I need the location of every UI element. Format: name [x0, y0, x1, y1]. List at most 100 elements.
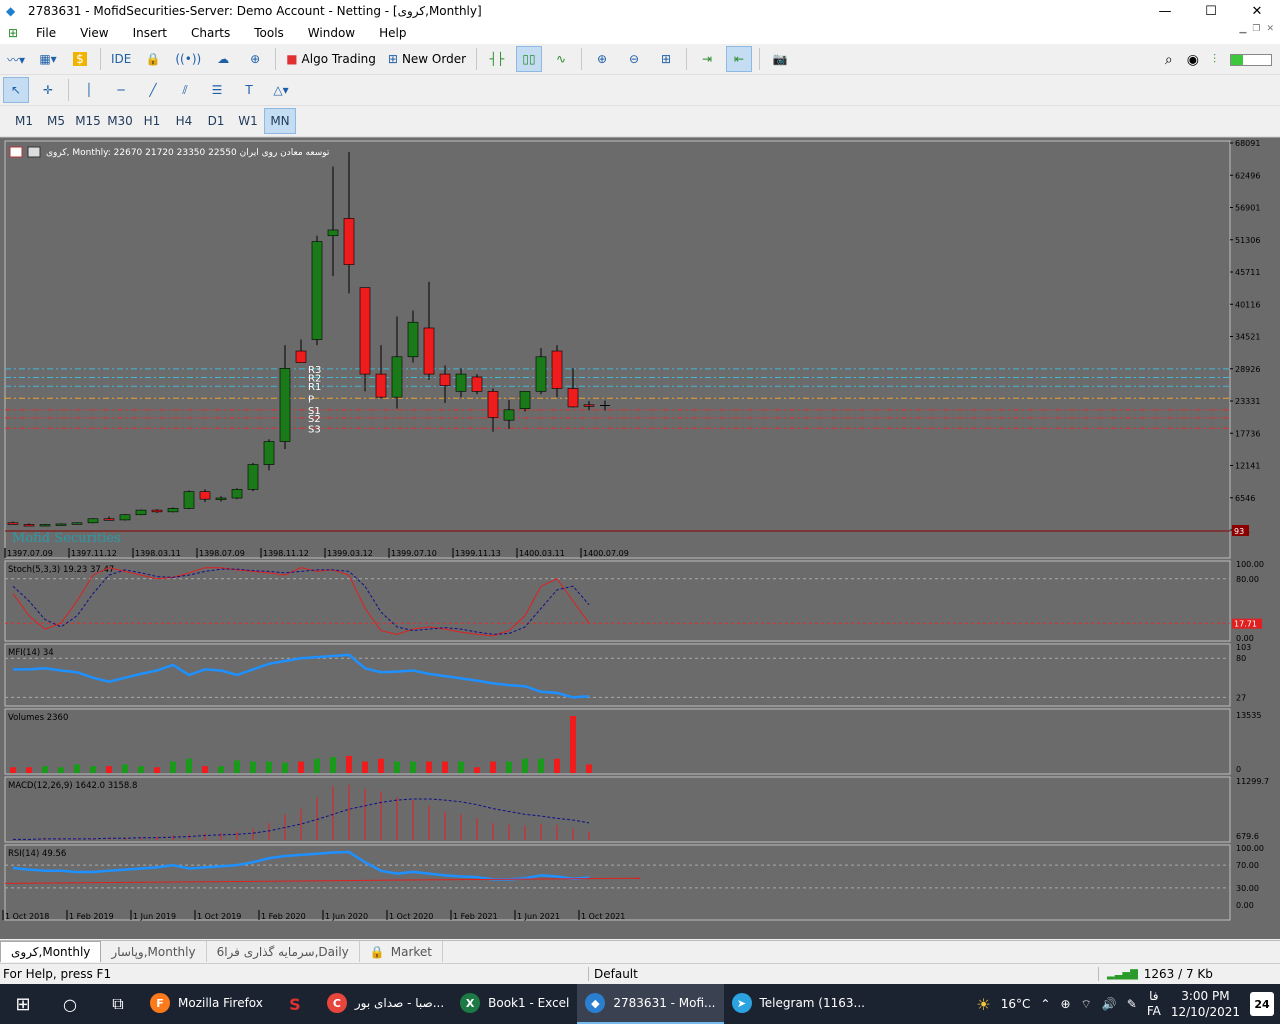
tab-vpasar-monthly[interactable]: وپاسار,Monthly: [101, 941, 207, 962]
mdi-restore-icon[interactable]: ❐: [1252, 24, 1260, 34]
language-indicator[interactable]: فا FA: [1147, 989, 1161, 1019]
chart-shift-button[interactable]: ⇤: [726, 46, 753, 72]
crosshair-tool[interactable]: ✛: [35, 77, 61, 103]
volume-bar: [506, 761, 512, 773]
market-button[interactable]: $: [67, 46, 93, 72]
taskbar-app[interactable]: X Book1 - Excel: [452, 984, 577, 1024]
temperature[interactable]: 16°C: [1001, 997, 1031, 1011]
zoom-in-icon: ⊕: [597, 52, 608, 66]
templates-button[interactable]: ▦▾: [35, 46, 61, 72]
maximize-button[interactable]: ☐: [1188, 0, 1234, 22]
cursor-tool[interactable]: ↖: [3, 77, 29, 103]
traffic-bars-icon: ▂▃▅▇: [1107, 968, 1138, 980]
chart-menu-icon[interactable]: ⊞: [8, 26, 24, 40]
menu-view[interactable]: View: [68, 26, 120, 40]
tile-button[interactable]: ⊞: [653, 46, 679, 72]
volumes-label: Volumes 2360: [8, 713, 68, 723]
menu-file[interactable]: File: [24, 26, 68, 40]
rsi-scale-label: 100.00: [1236, 844, 1264, 853]
timeframe-m5[interactable]: M5: [40, 108, 72, 134]
taskbar-app[interactable]: F Mozilla Firefox: [142, 984, 271, 1024]
bottom-date-label: 1 Feb 2019: [69, 912, 114, 921]
chart-type-button[interactable]: 〰▾: [3, 46, 29, 72]
volumes-scale-label: 0: [1236, 765, 1241, 774]
candle-body: [391, 356, 403, 398]
menu-insert[interactable]: Insert: [121, 26, 179, 40]
app-label: Telegram (1163...: [759, 996, 865, 1010]
menu-tools[interactable]: Tools: [242, 26, 296, 40]
signals-button[interactable]: ((•)): [172, 46, 204, 72]
ide-button[interactable]: IDE: [108, 46, 134, 72]
channel-tool[interactable]: ⫽: [172, 77, 198, 103]
menu-window[interactable]: Window: [296, 26, 367, 40]
candle-chart-button[interactable]: ▯▯: [516, 46, 543, 72]
line-chart-button[interactable]: ∿: [548, 46, 574, 72]
candle-body: [567, 388, 579, 408]
tray-expand-icon[interactable]: ⌃: [1040, 997, 1050, 1011]
candle-body: [55, 523, 67, 526]
timeframe-m1[interactable]: M1: [8, 108, 40, 134]
wifi-icon[interactable]: ⌔: [1081, 997, 1092, 1012]
chart-window[interactable]: 68091 62496 56901 51306 45711 40116 34521 28926…: [0, 137, 1280, 939]
web-button[interactable]: ⊕: [242, 46, 268, 72]
vertical-line-tool[interactable]: │: [76, 77, 102, 103]
candle-body: [135, 509, 147, 516]
zoom-in-button[interactable]: ⊕: [589, 46, 615, 72]
timeframe-h1[interactable]: H1: [136, 108, 168, 134]
text-tool[interactable]: T: [236, 77, 262, 103]
pinned-app-icon[interactable]: S: [271, 984, 319, 1024]
shapes-tool[interactable]: △▾: [268, 77, 294, 103]
clock[interactable]: 3:00 PM 12/10/2021: [1171, 988, 1240, 1020]
new-order-button[interactable]: ⊞ New Order: [385, 46, 469, 72]
zoom-out-button[interactable]: ⊖: [621, 46, 647, 72]
taskbar-app[interactable]: C صبا - صدای بور...: [319, 984, 452, 1024]
tab-market[interactable]: 🔒 Market: [360, 941, 443, 962]
windows-start-icon[interactable]: ⊞: [0, 984, 46, 1024]
timeframe-m15[interactable]: M15: [72, 108, 104, 134]
price-scale-label: 34521: [1235, 333, 1260, 342]
taskbar-app[interactable]: ◆ 2783631 - Mofi...: [577, 984, 724, 1024]
timeframe-m30[interactable]: M30: [104, 108, 136, 134]
search-icon[interactable]: ⌕: [1165, 52, 1173, 68]
notification-center-icon[interactable]: 24: [1250, 992, 1274, 1016]
search-circle-icon[interactable]: ○: [46, 984, 94, 1024]
chart-canvas[interactable]: 68091 62496 56901 51306 45711 40116 34521 28926…: [0, 138, 1280, 940]
weather-icon[interactable]: ☀: [976, 995, 990, 1014]
mdi-close-icon[interactable]: ✕: [1266, 24, 1274, 34]
profile-name[interactable]: Default: [588, 967, 1098, 981]
screenshot-button[interactable]: 📷: [767, 46, 793, 72]
algo-trading-button[interactable]: ■ Algo Trading: [283, 46, 379, 72]
horizontal-line-icon: ─: [117, 83, 125, 97]
pen-icon[interactable]: ✎: [1127, 997, 1137, 1011]
minimize-button[interactable]: —: [1142, 0, 1188, 22]
task-view-icon[interactable]: ⧉: [94, 984, 142, 1024]
tab-fara-daily[interactable]: سرمایه گذاری فرا6,Daily: [207, 941, 360, 962]
trend-line-tool[interactable]: ╱: [140, 77, 166, 103]
mdi-minimize-icon[interactable]: ▁: [1239, 24, 1246, 34]
bar-chart-button[interactable]: ┤├: [484, 46, 510, 72]
account-icon[interactable]: ◉: [1187, 52, 1199, 68]
taskbar-app[interactable]: ➤ Telegram (1163...: [724, 984, 873, 1024]
volume-icon[interactable]: 🔊: [1102, 997, 1117, 1011]
fibonacci-tool[interactable]: ☰: [204, 77, 230, 103]
timeframe-h4[interactable]: H4: [168, 108, 200, 134]
menu-help[interactable]: Help: [367, 26, 418, 40]
fibonacci-icon: ☰: [211, 83, 223, 97]
volume-bar: [522, 758, 528, 773]
clock-date: 12/10/2021: [1170, 1005, 1240, 1019]
chart-watermark: Mofid Securities: [12, 531, 121, 546]
market-bag-button[interactable]: 🔒: [140, 46, 166, 72]
candle-body: [327, 229, 339, 237]
tab-koroy-monthly[interactable]: کروی,Monthly: [0, 941, 102, 962]
timeframe-w1[interactable]: W1: [232, 108, 264, 134]
volume-bar: [538, 758, 544, 773]
network-icon[interactable]: ⊕: [1060, 997, 1070, 1011]
autoscroll-button[interactable]: ⇥: [694, 46, 720, 72]
timeframe-d1[interactable]: D1: [200, 108, 232, 134]
volume-bar: [586, 764, 592, 773]
horizontal-line-tool[interactable]: ─: [108, 77, 134, 103]
vps-button[interactable]: ☁: [210, 46, 236, 72]
menu-charts[interactable]: Charts: [179, 26, 242, 40]
timeframe-mn[interactable]: MN: [264, 108, 296, 134]
close-button[interactable]: ✕: [1234, 0, 1280, 22]
